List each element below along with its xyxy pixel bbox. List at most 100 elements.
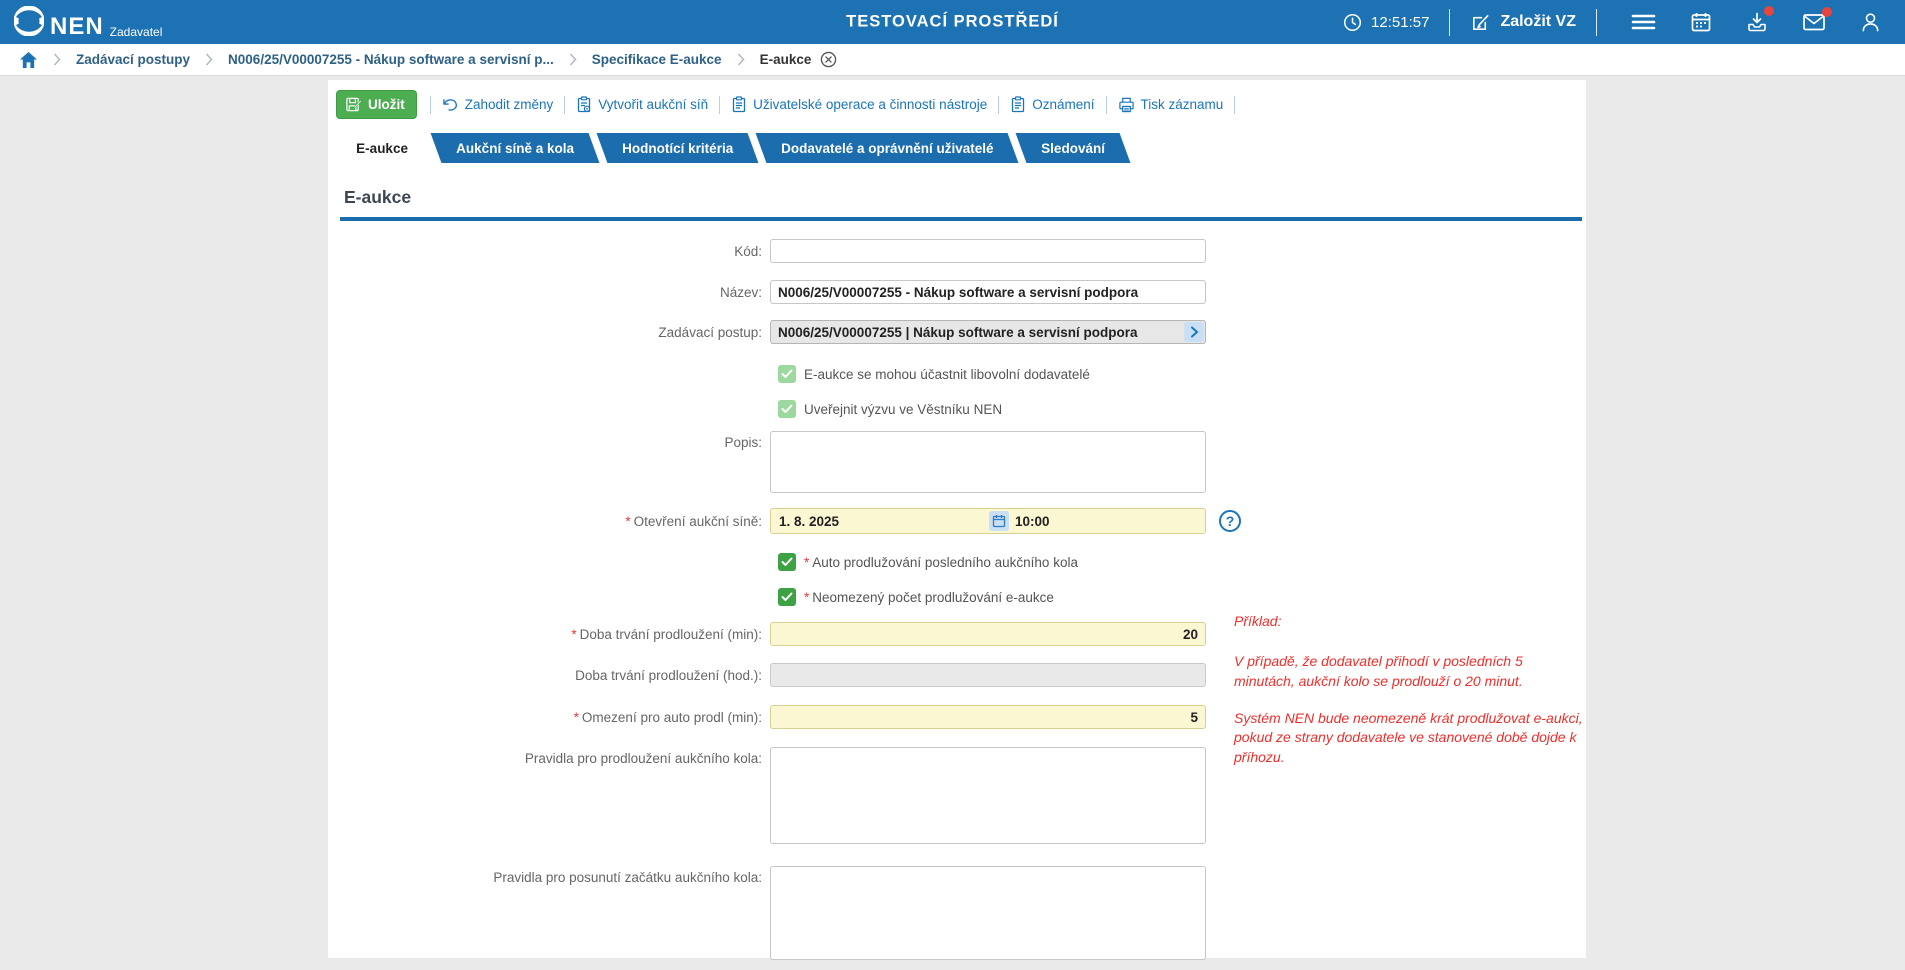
create-vz-button[interactable]: Založit VZ: [1470, 12, 1576, 33]
close-tab-button[interactable]: [820, 51, 837, 68]
form-row-zadavaci-postup: Zadávací postup:: [328, 320, 1586, 344]
user-operations-button[interactable]: Uživatelské operace a činnosti nástroje: [731, 96, 987, 113]
divider: [998, 95, 1000, 114]
checkbox-row-libovolni: E-aukce se mohou účastnit libovolní doda…: [778, 365, 1586, 383]
auto-prodluzovani-checkbox-label: * Auto prodlužování posledního aukčního k…: [804, 554, 1078, 570]
popis-textarea[interactable]: [770, 431, 1206, 493]
calendar-icon: [1691, 13, 1711, 32]
edit-icon: [1473, 14, 1490, 30]
libovolni-checkbox: [778, 365, 796, 383]
user-profile-button[interactable]: [1860, 11, 1881, 33]
doba-hod-label: Doba trvání prodloužení (hod.):: [575, 667, 762, 683]
example-paragraph-2: Systém NEN bude neomezeně krát prodlužov…: [1234, 709, 1583, 765]
required-marker: *: [573, 709, 579, 725]
vestnik-checkbox: [778, 400, 796, 418]
kod-label: Kód:: [734, 243, 762, 259]
omezeni-label: * Omezení pro auto prodl (min):: [573, 709, 762, 725]
check-icon: [781, 557, 793, 566]
breadcrumb-current: E-aukce: [759, 52, 812, 67]
print-record-label: Tisk záznamu: [1140, 97, 1224, 112]
tab-e-aukce[interactable]: E-aukce: [330, 133, 434, 163]
divider: [429, 95, 431, 114]
kod-input[interactable]: [770, 239, 1206, 263]
otevreni-time-value[interactable]: 10:00: [1015, 514, 1205, 529]
omezeni-input[interactable]: [770, 705, 1206, 729]
auction-room-icon: [578, 96, 591, 113]
form-row-pravidla-posunuti: Pravidla pro posunutí začátku aukčního k…: [328, 866, 1586, 960]
otevreni-label: * Otevření aukční síně:: [625, 513, 762, 529]
breadcrumb-item[interactable]: N006/25/V00007255 - Nákup software a ser…: [228, 52, 554, 67]
zadavaci-postup-label: Zadávací postup:: [658, 324, 762, 340]
downloads-button[interactable]: [1746, 6, 1774, 33]
open-detail-button[interactable]: [1184, 322, 1204, 342]
calendar-button[interactable]: [1690, 11, 1712, 33]
required-marker: *: [804, 589, 810, 605]
clock-icon: [1343, 13, 1362, 31]
menu-icon: [1631, 14, 1656, 30]
main-menu-button[interactable]: [1631, 12, 1656, 32]
nen-logo[interactable]: NEN Zadavatel: [14, 5, 162, 40]
nen-logo-icon: [14, 5, 44, 36]
print-icon: [1118, 97, 1134, 112]
divider: [1449, 8, 1451, 36]
save-button[interactable]: Uložit: [336, 90, 417, 119]
form-row-kod: Kód:: [328, 239, 1586, 263]
tab-label: Hodnotící kritéria: [621, 140, 733, 156]
libovolni-checkbox-label: E-aukce se mohou účastnit libovolní doda…: [804, 366, 1090, 382]
tab-label: Aukční síně a kola: [455, 140, 574, 156]
create-auction-room-button[interactable]: Vytvořit aukční síň: [576, 96, 708, 113]
clock-time: 12:51:57: [1371, 13, 1430, 31]
vestnik-checkbox-label: Uveřejnit výzvu ve Věstníku NEN: [804, 401, 1003, 417]
brand-name: NEN: [50, 12, 104, 40]
notices-button[interactable]: Oznámení: [1010, 96, 1095, 113]
check-icon: [781, 592, 793, 601]
messages-button[interactable]: [1802, 7, 1832, 32]
form-row-popis: Popis:: [328, 431, 1586, 493]
user-icon: [1862, 13, 1879, 32]
tab-aukcni-sine-a-kola[interactable]: Aukční síně a kola: [430, 133, 600, 163]
tab-label: Dodavatelé a oprávnění uživatelé: [780, 140, 993, 156]
doba-min-input[interactable]: [770, 622, 1206, 646]
checkbox-row-auto-prodluzovani: * Auto prodlužování posledního aukčního k…: [778, 553, 1586, 571]
doba-min-label: * Doba trvání prodloužení (min):: [571, 626, 762, 642]
tab-hodnotici-kriteria[interactable]: Hodnotící kritéria: [596, 133, 759, 163]
tab-label: E-aukce: [356, 140, 408, 156]
divider: [1234, 95, 1236, 114]
pravidla-prodlouzeni-textarea[interactable]: [770, 747, 1206, 844]
tab-sledovani[interactable]: Sledování: [1015, 133, 1131, 163]
nazev-input[interactable]: [770, 280, 1206, 304]
otevreni-date-value[interactable]: 1. 8. 2025: [771, 514, 989, 529]
content-panel: Uložit Zahodit změny Vytvořit aukční síň: [328, 80, 1586, 960]
neomezeny-checkbox-label: * Neomezený počet prodlužování e-aukce: [804, 589, 1054, 605]
breadcrumb: Zadávací postupy N006/25/V00007255 - Nák…: [0, 44, 1905, 76]
zadavaci-postup-input[interactable]: [770, 320, 1206, 344]
discard-changes-label: Zahodit změny: [464, 97, 554, 112]
print-record-button[interactable]: Tisk záznamu: [1118, 97, 1224, 113]
check-icon: [781, 404, 793, 413]
tab-dodavatele-a-opravneni-uzivatele[interactable]: Dodavatelé a oprávnění uživatelé: [755, 133, 1019, 163]
required-marker: *: [625, 513, 631, 529]
auto-prodluzovani-checkbox[interactable]: [778, 553, 796, 571]
neomezeny-checkbox[interactable]: [778, 588, 796, 606]
e-auction-form: Kód: Název: Zadávací postup: E-aukce: [328, 221, 1586, 960]
required-marker: *: [804, 554, 810, 570]
divider: [719, 95, 721, 114]
help-icon[interactable]: ?: [1219, 510, 1241, 532]
calendar-icon: [992, 515, 1006, 528]
required-marker: *: [571, 626, 577, 642]
notice-icon: [1012, 96, 1025, 113]
save-icon: [346, 97, 362, 112]
popis-label: Popis:: [724, 435, 762, 450]
breadcrumb-item[interactable]: Zadávací postupy: [76, 52, 190, 67]
breadcrumb-item[interactable]: Specifikace E-aukce: [592, 52, 722, 67]
page-title: E-aukce: [344, 187, 412, 207]
example-title: Příklad:: [1234, 613, 1282, 629]
home-icon[interactable]: [19, 51, 38, 69]
date-picker-button[interactable]: [989, 511, 1009, 531]
pravidla-posunuti-textarea[interactable]: [770, 866, 1206, 960]
create-auction-room-label: Vytvořit aukční síň: [598, 97, 709, 112]
notices-label: Oznámení: [1032, 97, 1095, 112]
tab-strip: E-aukce Aukční síně a kola Hodnotící kri…: [330, 133, 1586, 163]
operations-icon: [732, 96, 746, 113]
discard-changes-button[interactable]: Zahodit změny: [442, 97, 554, 112]
